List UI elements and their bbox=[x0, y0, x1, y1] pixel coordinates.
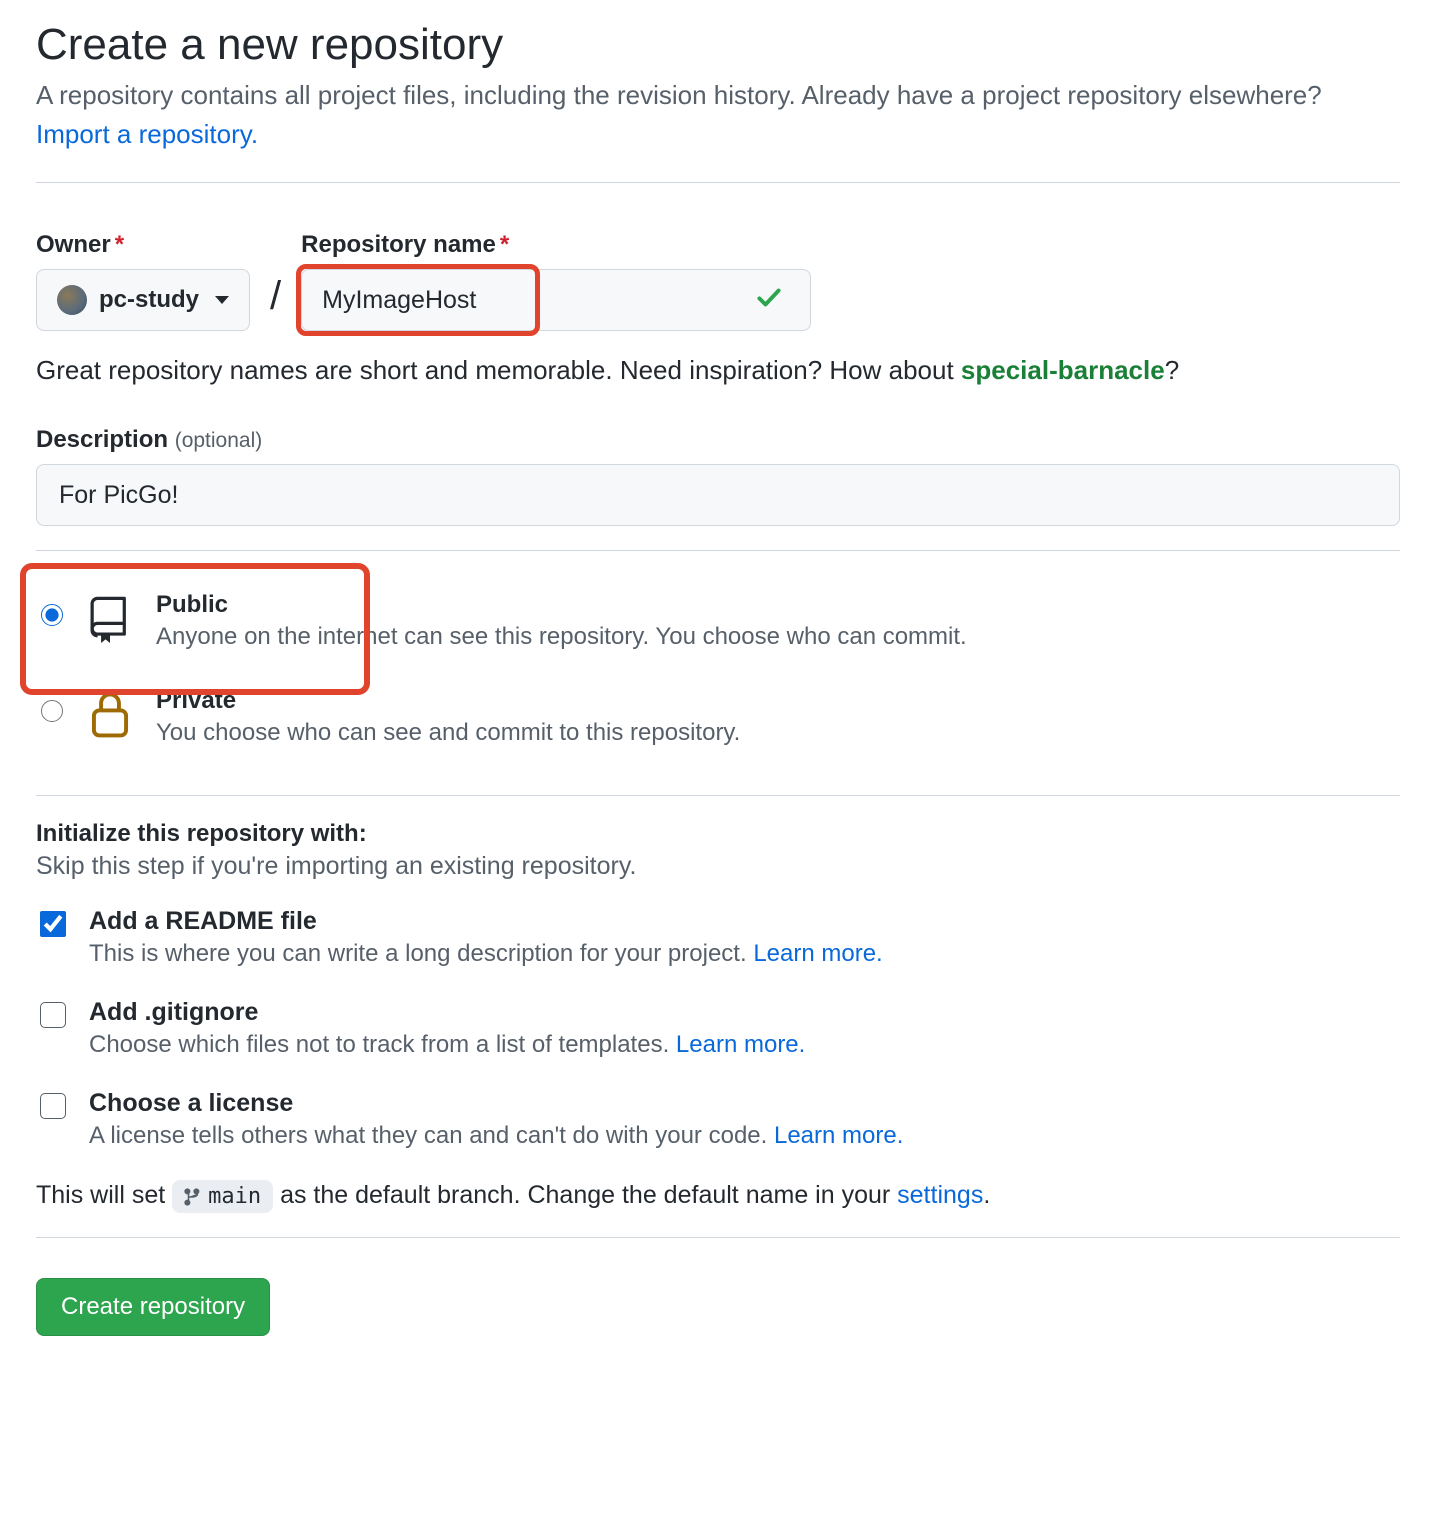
owner-dropdown[interactable]: pc-study bbox=[36, 269, 250, 331]
description-label: Description (optional) bbox=[36, 426, 1400, 454]
description-label-text: Description bbox=[36, 426, 168, 453]
branch-pill: main bbox=[172, 1180, 273, 1213]
owner-repo-separator: / bbox=[270, 274, 281, 331]
owner-value: pc-study bbox=[99, 286, 199, 314]
divider bbox=[36, 795, 1400, 796]
check-icon bbox=[755, 284, 783, 317]
settings-link[interactable]: settings bbox=[897, 1181, 983, 1209]
visibility-public-radio[interactable] bbox=[41, 604, 63, 626]
required-mark: * bbox=[115, 231, 124, 258]
divider bbox=[36, 550, 1400, 551]
license-learn-more-link[interactable]: Learn more. bbox=[774, 1122, 903, 1149]
page-title: Create a new repository bbox=[36, 20, 1400, 70]
chevron-down-icon bbox=[215, 296, 229, 304]
lock-icon bbox=[88, 687, 134, 744]
owner-label-text: Owner bbox=[36, 231, 111, 258]
visibility-public-desc: Anyone on the internet can see this repo… bbox=[156, 623, 967, 651]
name-helper: Great repository names are short and mem… bbox=[36, 355, 1400, 386]
repo-name-label: Repository name* bbox=[301, 231, 811, 259]
gitignore-desc: Choose which files not to track from a l… bbox=[89, 1031, 805, 1059]
visibility-private-radio[interactable] bbox=[41, 700, 63, 722]
divider bbox=[36, 1237, 1400, 1238]
description-optional: (optional) bbox=[175, 429, 263, 452]
required-mark: * bbox=[500, 231, 509, 258]
description-input[interactable] bbox=[36, 464, 1400, 526]
visibility-private-desc: You choose who can see and commit to thi… bbox=[156, 719, 740, 747]
repo-icon bbox=[88, 591, 134, 648]
readme-desc-text: This is where you can write a long descr… bbox=[89, 940, 753, 967]
gitignore-desc-text: Choose which files not to track from a l… bbox=[89, 1031, 676, 1058]
branch-prefix: This will set bbox=[36, 1181, 172, 1209]
license-desc-text: A license tells others what they can and… bbox=[89, 1122, 774, 1149]
readme-checkbox[interactable] bbox=[40, 911, 66, 937]
repository-name-input[interactable] bbox=[301, 269, 811, 331]
gitignore-learn-more-link[interactable]: Learn more. bbox=[676, 1031, 805, 1058]
import-repository-link[interactable]: Import a repository. bbox=[36, 119, 258, 149]
git-branch-icon bbox=[184, 1188, 202, 1206]
name-suggestion-link[interactable]: special-barnacle bbox=[961, 355, 1165, 385]
subtitle-text: A repository contains all project files,… bbox=[36, 80, 1322, 110]
create-repository-button[interactable]: Create repository bbox=[36, 1278, 270, 1336]
gitignore-title: Add .gitignore bbox=[89, 998, 805, 1027]
branch-suffix: . bbox=[983, 1181, 990, 1209]
owner-label: Owner* bbox=[36, 231, 250, 259]
page-subtitle: A repository contains all project files,… bbox=[36, 76, 1400, 154]
readme-title: Add a README file bbox=[89, 907, 883, 936]
visibility-private-title: Private bbox=[156, 687, 740, 715]
branch-name: main bbox=[208, 1184, 261, 1209]
readme-learn-more-link[interactable]: Learn more. bbox=[753, 940, 882, 967]
license-title: Choose a license bbox=[89, 1089, 903, 1118]
initialize-subtitle: Skip this step if you're importing an ex… bbox=[36, 852, 1400, 881]
readme-desc: This is where you can write a long descr… bbox=[89, 940, 883, 968]
branch-mid: as the default branch. Change the defaul… bbox=[280, 1181, 897, 1209]
license-desc: A license tells others what they can and… bbox=[89, 1122, 903, 1150]
initialize-title: Initialize this repository with: bbox=[36, 820, 1400, 848]
license-checkbox[interactable] bbox=[40, 1093, 66, 1119]
divider bbox=[36, 182, 1400, 183]
repo-name-label-text: Repository name bbox=[301, 231, 496, 258]
name-helper-prefix: Great repository names are short and mem… bbox=[36, 355, 961, 385]
name-helper-suffix: ? bbox=[1165, 355, 1179, 385]
avatar bbox=[57, 285, 87, 315]
visibility-public-title: Public bbox=[156, 591, 967, 619]
gitignore-checkbox[interactable] bbox=[40, 1002, 66, 1028]
default-branch-note: This will set main as the default branch… bbox=[36, 1180, 1400, 1213]
